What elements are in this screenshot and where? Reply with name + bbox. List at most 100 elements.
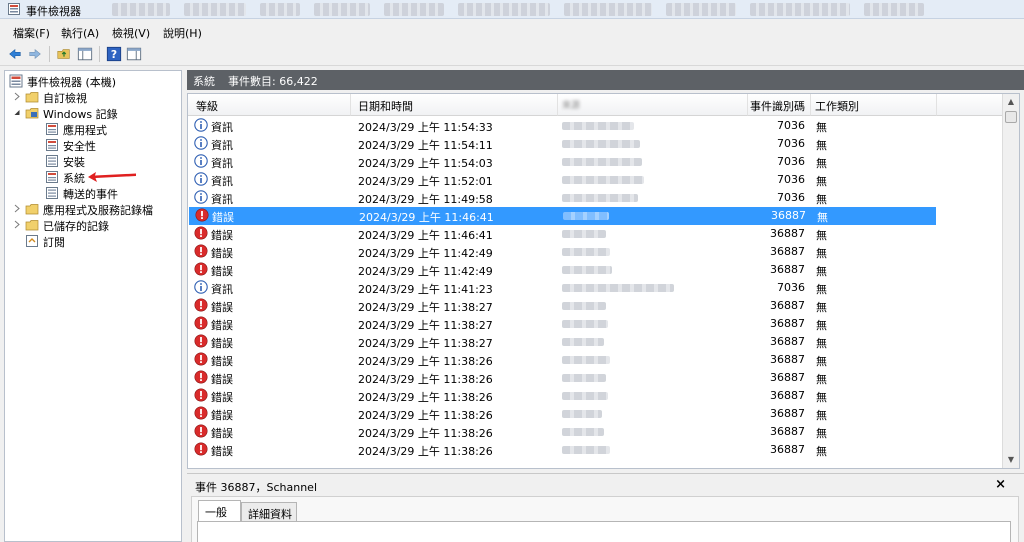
chevron-right-icon[interactable] (13, 204, 21, 213)
table-row[interactable]: 錯誤 2024/3/29 上午 11:46:41 36887 無 (188, 225, 1000, 243)
error-icon (194, 262, 208, 276)
tree-node-security[interactable]: 安全性 (45, 137, 179, 153)
scroll-up-icon[interactable]: ▲ (1003, 94, 1019, 110)
tree-node-root[interactable]: 事件檢視器 (本機) (7, 73, 179, 89)
tree-node-forwarded-events[interactable]: 轉送的事件 (45, 185, 179, 201)
table-row[interactable]: 錯誤 2024/3/29 上午 11:38:26 36887 無 (188, 387, 1000, 405)
task-cell: 無 (816, 229, 827, 242)
task-cell: 無 (816, 337, 827, 350)
error-icon (194, 226, 208, 240)
event-id-cell: 7036 (777, 119, 805, 132)
tree-label: 事件檢視器 (本機) (27, 76, 117, 89)
error-icon (194, 298, 208, 312)
datetime-cell: 2024/3/29 上午 11:38:26 (358, 355, 493, 368)
tree-node-application[interactable]: 應用程式 (45, 121, 179, 137)
source-cell-redacted (562, 284, 674, 292)
tree-label: 應用程式及服務記錄檔 (43, 204, 153, 217)
table-row[interactable]: 錯誤 2024/3/29 上午 11:38:26 36887 無 (188, 423, 1000, 441)
table-row[interactable]: 資訊 2024/3/29 上午 11:52:01 7036 無 (188, 171, 1000, 189)
error-icon (194, 406, 208, 420)
tab-general[interactable]: 一般 (198, 500, 241, 522)
column-header-source[interactable]: 來源 (558, 94, 748, 116)
table-row[interactable]: 錯誤 2024/3/29 上午 11:38:26 36887 無 (188, 441, 1000, 459)
toolbar-separator (99, 46, 100, 62)
level-cell: 錯誤 (211, 337, 233, 350)
menu-file[interactable]: 檔案(F) (13, 25, 50, 41)
datetime-cell: 2024/3/29 上午 11:54:03 (358, 157, 493, 170)
table-row[interactable]: 錯誤 2024/3/29 上午 11:38:27 36887 無 (188, 333, 1000, 351)
menu-action[interactable]: 執行(A) (61, 25, 99, 41)
show-hide-tree-icon[interactable] (76, 45, 94, 63)
vertical-scrollbar[interactable]: ▲ ▼ (1002, 94, 1019, 468)
tree-node-app-services-logs[interactable]: 應用程式及服務記錄檔 (13, 201, 179, 217)
task-cell: 無 (816, 373, 827, 386)
tree-node-custom-views[interactable]: 自訂檢視 (13, 89, 179, 105)
menu-bar: 檔案(F) 執行(A) 檢視(V) 說明(H) (0, 21, 1024, 41)
table-row[interactable]: 錯誤 2024/3/29 上午 11:46:41 36887 無 (189, 207, 936, 225)
datetime-cell: 2024/3/29 上午 11:46:41 (358, 229, 493, 242)
table-row[interactable]: 資訊 2024/3/29 上午 11:41:23 7036 無 (188, 279, 1000, 297)
chevron-right-icon[interactable] (13, 92, 21, 101)
tree-node-setup[interactable]: 安裝 (45, 153, 179, 169)
task-cell: 無 (816, 265, 827, 278)
svg-text:?: ? (111, 48, 117, 61)
table-row[interactable]: 資訊 2024/3/29 上午 11:49:58 7036 無 (188, 189, 1000, 207)
task-cell: 無 (816, 175, 827, 188)
folder-icon (25, 108, 39, 119)
source-cell-redacted (562, 392, 608, 400)
table-row[interactable]: 錯誤 2024/3/29 上午 11:42:49 36887 無 (188, 243, 1000, 261)
source-cell-redacted (562, 248, 610, 256)
error-icon (194, 316, 208, 330)
up-folder-icon[interactable] (55, 45, 73, 63)
menu-view[interactable]: 檢視(V) (112, 25, 150, 41)
column-header-task[interactable]: 工作類別 (811, 94, 937, 116)
datetime-cell: 2024/3/29 上午 11:38:26 (358, 427, 493, 440)
table-row[interactable]: 資訊 2024/3/29 上午 11:54:33 7036 無 (188, 117, 1000, 135)
datetime-cell: 2024/3/29 上午 11:52:01 (358, 175, 493, 188)
level-cell: 錯誤 (211, 355, 233, 368)
column-header-level[interactable]: 等級 (188, 94, 351, 116)
scroll-thumb[interactable] (1005, 111, 1017, 123)
scroll-down-icon[interactable]: ▼ (1003, 452, 1019, 468)
toolbar: ? (0, 42, 1024, 66)
subscription-icon (26, 235, 38, 247)
table-row[interactable]: 資訊 2024/3/29 上午 11:54:11 7036 無 (188, 135, 1000, 153)
table-row[interactable]: 資訊 2024/3/29 上午 11:54:03 7036 無 (188, 153, 1000, 171)
level-cell: 資訊 (211, 175, 233, 188)
table-row[interactable]: 錯誤 2024/3/29 上午 11:42:49 36887 無 (188, 261, 1000, 279)
menu-help[interactable]: 說明(H) (163, 25, 202, 41)
event-id-cell: 36887 (770, 407, 805, 420)
source-cell-redacted (562, 194, 638, 202)
tree-node-subscriptions[interactable]: 訂閱 (25, 233, 179, 249)
tree-label: 安全性 (63, 140, 96, 153)
table-row[interactable]: 錯誤 2024/3/29 上午 11:38:27 36887 無 (188, 315, 1000, 333)
level-cell: 錯誤 (211, 265, 233, 278)
tree-label: 系統 (63, 172, 85, 185)
tree-label: 訂閱 (43, 236, 65, 249)
tab-details[interactable]: 詳細資料 (241, 502, 297, 522)
level-cell: 資訊 (211, 139, 233, 152)
task-cell: 無 (816, 409, 827, 422)
tree-node-windows-logs[interactable]: Windows 記錄 (13, 105, 179, 121)
table-row[interactable]: 錯誤 2024/3/29 上午 11:38:26 36887 無 (188, 351, 1000, 369)
table-row[interactable]: 錯誤 2024/3/29 上午 11:38:27 36887 無 (188, 297, 1000, 315)
event-count: 事件數目: 66,422 (228, 75, 318, 88)
column-header-datetime[interactable]: 日期和時間 (351, 94, 558, 116)
column-header-event-id[interactable]: 事件識別碼 (748, 94, 811, 116)
source-cell-redacted (562, 122, 634, 130)
chevron-down-icon[interactable] (13, 108, 21, 117)
help-icon[interactable]: ? (105, 45, 123, 63)
back-arrow-icon[interactable] (6, 45, 24, 63)
datetime-cell: 2024/3/29 上午 11:38:26 (358, 409, 493, 422)
close-icon[interactable]: × (995, 477, 1006, 492)
chevron-right-icon[interactable] (13, 220, 21, 229)
datetime-cell: 2024/3/29 上午 11:41:23 (358, 283, 493, 296)
source-cell-redacted (562, 266, 612, 274)
tree-node-saved-logs[interactable]: 已儲存的記錄 (13, 217, 179, 233)
table-row[interactable]: 錯誤 2024/3/29 上午 11:38:26 36887 無 (188, 369, 1000, 387)
forward-arrow-icon[interactable] (26, 45, 44, 63)
table-row[interactable]: 錯誤 2024/3/29 上午 11:38:26 36887 無 (188, 405, 1000, 423)
show-action-pane-icon[interactable] (125, 45, 143, 63)
toolbar-separator (49, 46, 50, 62)
detail-title: 事件 36887，Schannel (195, 481, 317, 494)
